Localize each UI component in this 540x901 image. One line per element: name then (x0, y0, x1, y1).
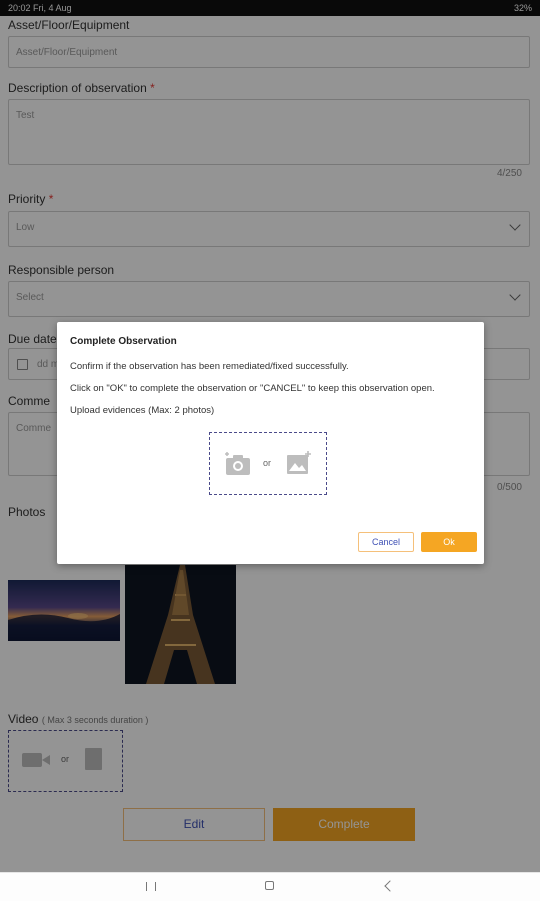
ok-button[interactable]: Ok (421, 532, 477, 552)
add-camera-icon[interactable] (224, 452, 252, 476)
dialog-title: Complete Observation (70, 336, 177, 347)
dialog-upload-hint: Upload evidences (Max: 2 photos) (70, 405, 215, 416)
home-icon[interactable] (265, 881, 274, 890)
recent-apps-icon[interactable] (146, 882, 156, 891)
dialog-instruction-text: Click on "OK" to complete the observatio… (70, 383, 435, 394)
evidence-upload-area[interactable]: or (209, 432, 327, 495)
android-nav-bar (0, 872, 540, 901)
complete-observation-dialog: Complete Observation Confirm if the obse… (57, 322, 484, 564)
add-image-icon[interactable] (286, 451, 312, 475)
cancel-button[interactable]: Cancel (358, 532, 414, 552)
back-icon[interactable] (384, 880, 396, 892)
dialog-confirm-text: Confirm if the observation has been reme… (70, 361, 349, 372)
evidence-or-text: or (263, 458, 272, 468)
